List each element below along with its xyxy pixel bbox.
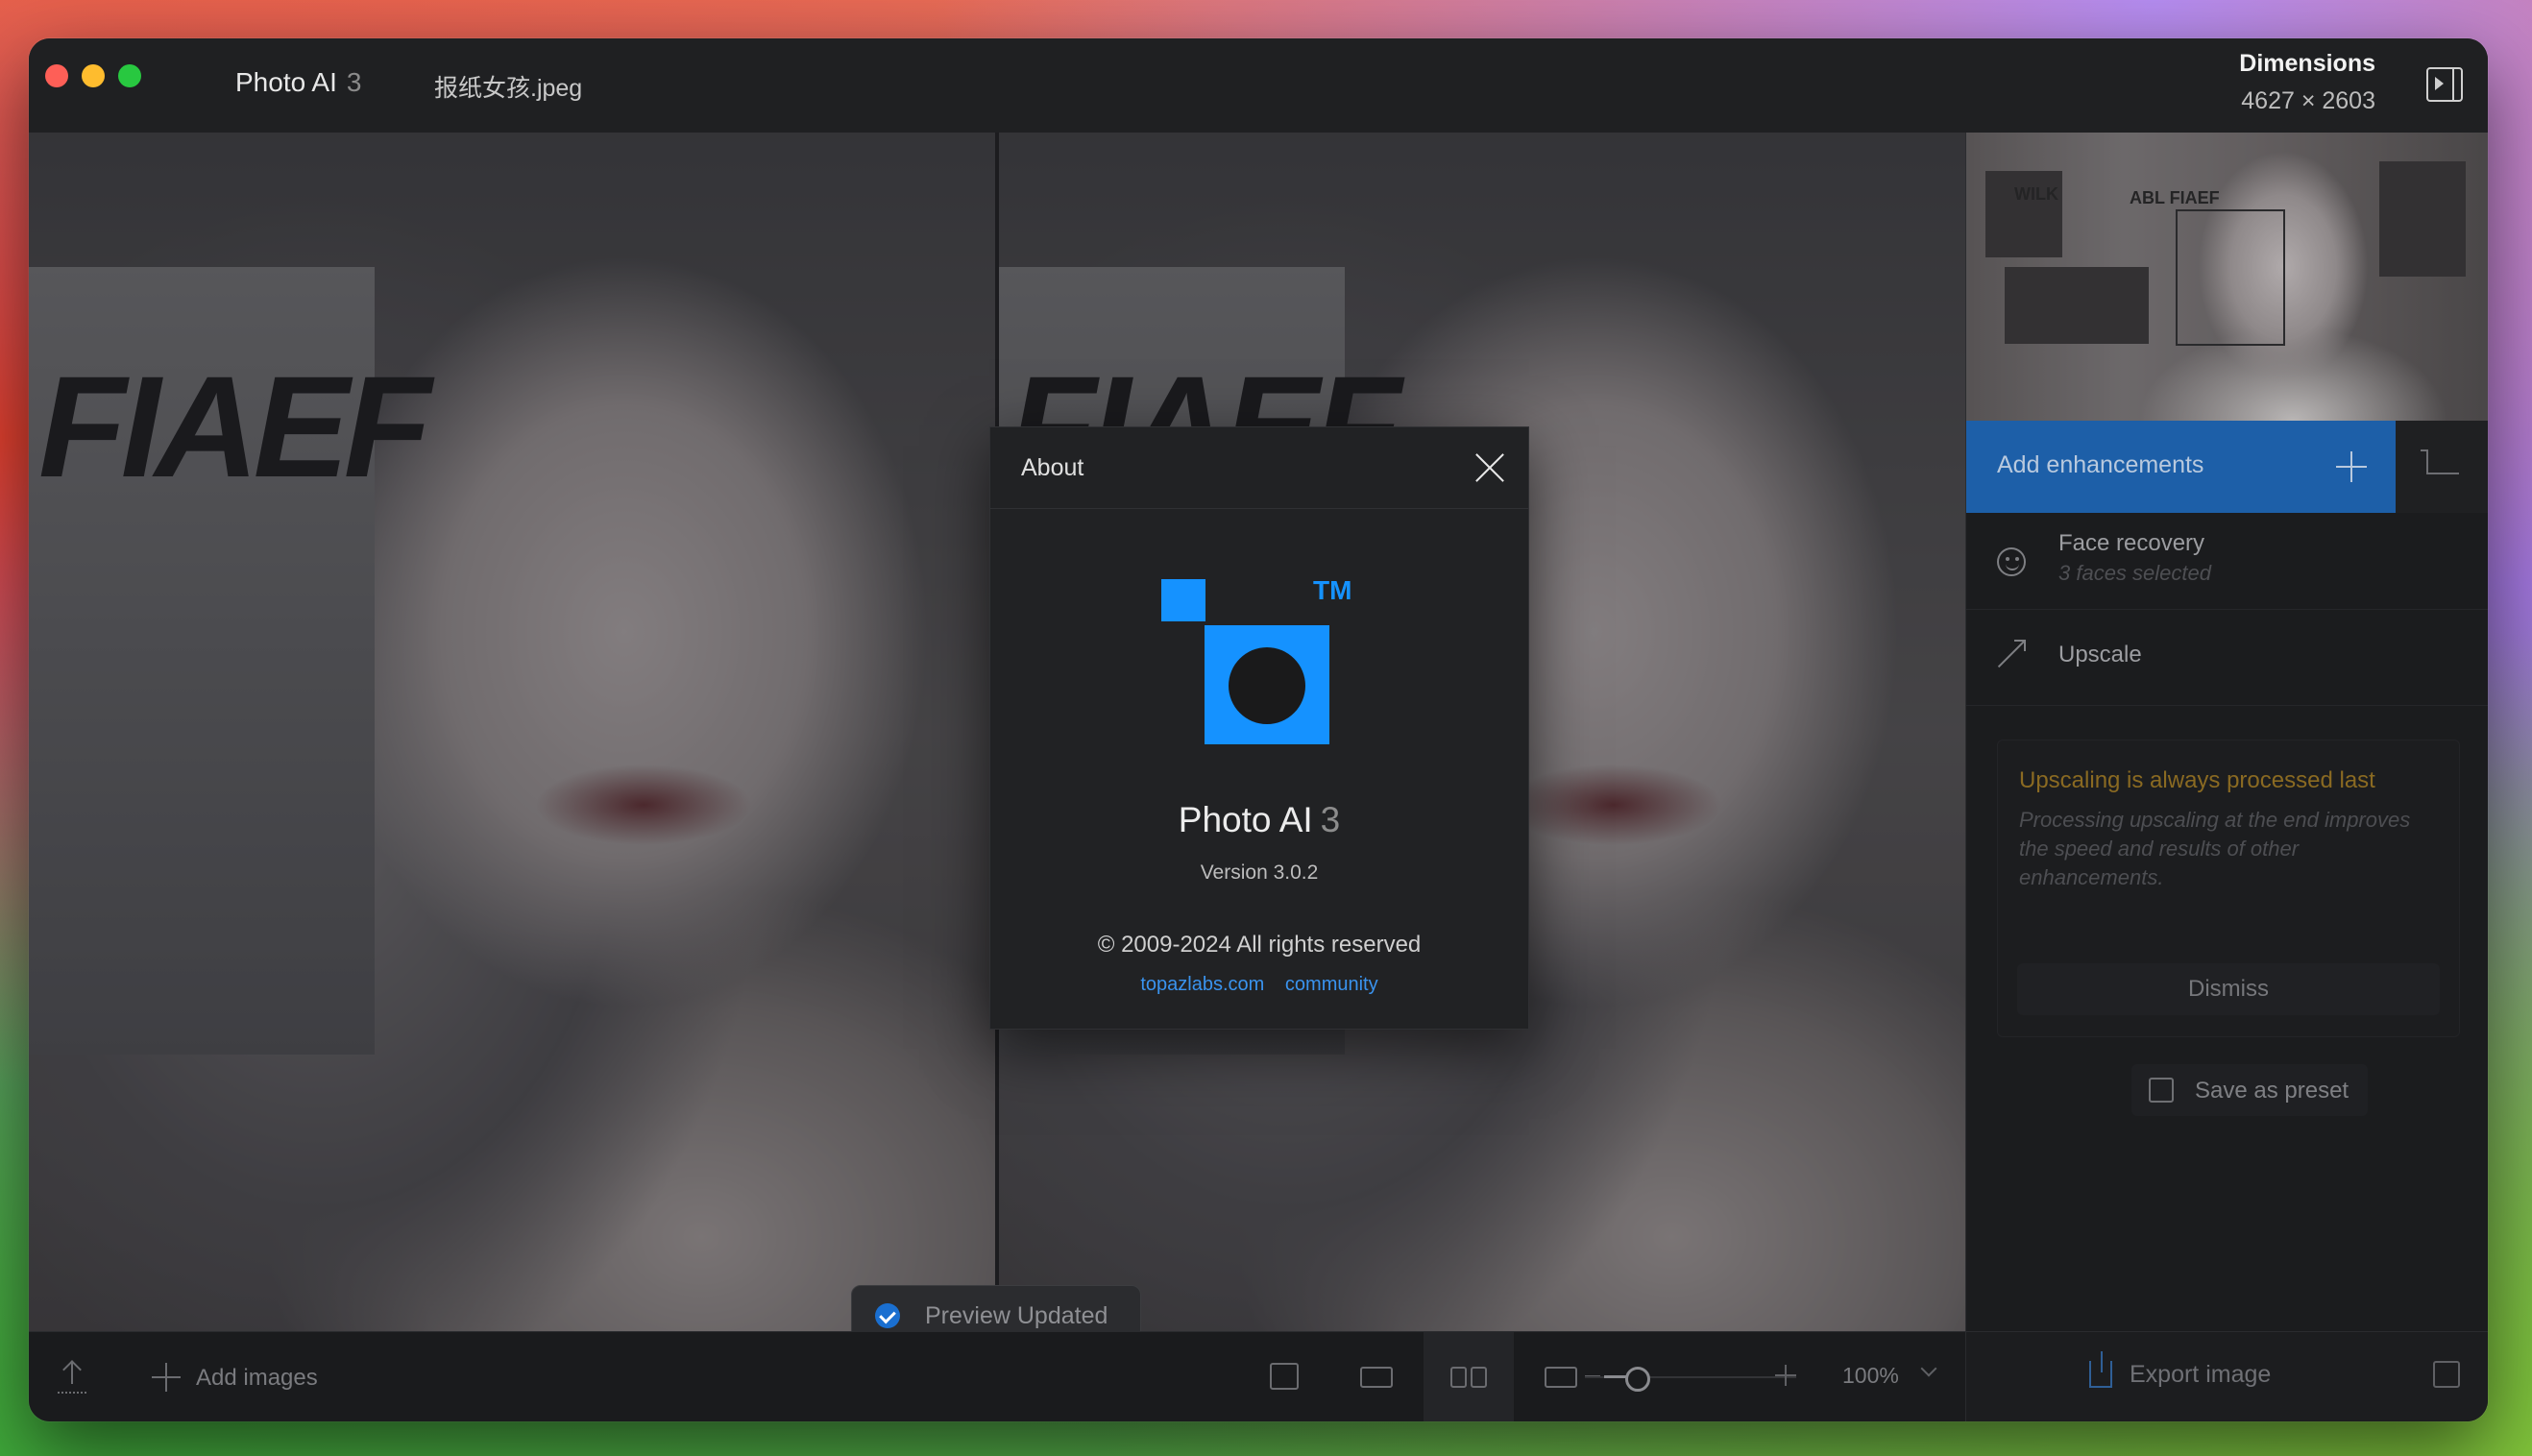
bottom-toolbar: Add images 100% Export image [29,1331,2488,1421]
zoom-in-icon[interactable] [1775,1365,1796,1386]
title-bar: Photo AI 3 报纸女孩.jpeg Dimensions 4627 × 26… [29,38,2488,133]
navigator-thumbnail[interactable]: WILK ABL FIAEF [1966,133,2488,421]
upload-icon[interactable] [58,1361,86,1394]
export-image-button[interactable]: Export image [2130,1361,2271,1389]
add-enhancements-button[interactable]: Add enhancements [1966,421,2396,513]
file-name: 报纸女孩.jpeg [434,75,583,102]
side-by-side-icon [1450,1367,1467,1388]
topaz-logo: TM [1161,575,1363,752]
community-link[interactable]: community [1285,974,1378,995]
note-body: Processing upscaling at the end improves… [2019,808,2411,889]
face-icon [1997,547,2026,576]
add-enhancements-label: Add enhancements [1997,451,2204,478]
right-sidebar: WILK ABL FIAEF Add enhancements Face rec… [1965,133,2488,1331]
plus-icon [2336,451,2367,482]
split-view-icon [1545,1367,1577,1388]
note-title: Upscaling is always processed last [2019,767,2375,793]
dimensions-label: Dimensions [2239,50,2375,77]
minimize-window-button[interactable] [82,64,105,87]
trademark-mark: TM [1313,575,1352,605]
toast-text: Preview Updated [925,1302,1108,1329]
side-by-side-view-button[interactable] [1424,1332,1514,1421]
enhancement-face-recovery[interactable]: Face recovery 3 faces selected [1966,513,2488,610]
plus-icon [152,1363,181,1392]
enhancement-label: Upscale [2058,642,2142,667]
chevron-down-icon[interactable] [1920,1360,1937,1377]
save-preset-label: Save as preset [2195,1078,2349,1104]
enhancement-label: Face recovery [2058,530,2205,556]
crop-button[interactable] [2396,421,2488,513]
close-window-button[interactable] [45,64,68,87]
enhancement-sublabel: 3 faces selected [2058,561,2211,585]
export-icon [2089,1351,2112,1388]
app-window: Photo AI 3 报纸女孩.jpeg Dimensions 4627 × 26… [29,38,2488,1421]
product-name-text: Photo AI [1178,800,1313,839]
single-view-icon [1360,1367,1393,1388]
version-text: Version 3.0.2 [1200,861,1319,884]
preset-icon [2149,1078,2174,1103]
zoom-window-button[interactable] [118,64,141,87]
close-icon[interactable] [1473,450,1507,485]
export-area: Export image [1965,1332,2488,1421]
single-view-button[interactable] [1331,1332,1422,1421]
add-images-label: Add images [196,1365,318,1391]
enhancement-upscale[interactable]: Upscale [1966,609,2488,706]
dialog-title: About [1021,454,1084,481]
topazlabs-link[interactable]: topazlabs.com [1140,974,1264,995]
face-view-button[interactable] [1239,1332,1329,1421]
about-dialog: About TM Photo AI 3 Version 3.0.2 © 2009-… [989,426,1529,1030]
app-title: Photo AI 3 [235,67,361,98]
about-links: topazlabs.com community [990,974,1528,996]
upscaling-info-note: Upscaling is always processed last Proce… [1997,740,2460,1037]
crop-icon [2421,449,2459,474]
batch-export-icon[interactable] [2433,1361,2460,1388]
product-major-version: 3 [1320,800,1341,839]
app-name: Photo AI [235,67,337,97]
preview-updated-toast: Preview Updated [851,1285,1141,1331]
dialog-header: About [990,427,1528,509]
dimensions-readout: Dimensions 4627 × 2603 [2239,50,2375,115]
upscale-icon [1997,640,2026,668]
save-preset-button[interactable]: Save as preset [2131,1064,2368,1116]
dismiss-button[interactable]: Dismiss [2017,963,2440,1015]
viewport-rectangle[interactable] [2176,209,2285,346]
zoom-level[interactable]: 100% [1842,1363,1899,1389]
zoom-slider-handle[interactable] [1625,1367,1650,1392]
sidebar-toggle-icon[interactable] [2426,67,2463,102]
dimensions-value: 4627 × 2603 [2241,87,2375,114]
product-name: Photo AI 3 [990,800,1528,840]
checkmark-icon [875,1303,900,1328]
app-major-version: 3 [346,67,362,97]
copyright-text: © 2009-2024 All rights reserved [1097,932,1422,958]
face-scan-icon [1270,1363,1299,1390]
